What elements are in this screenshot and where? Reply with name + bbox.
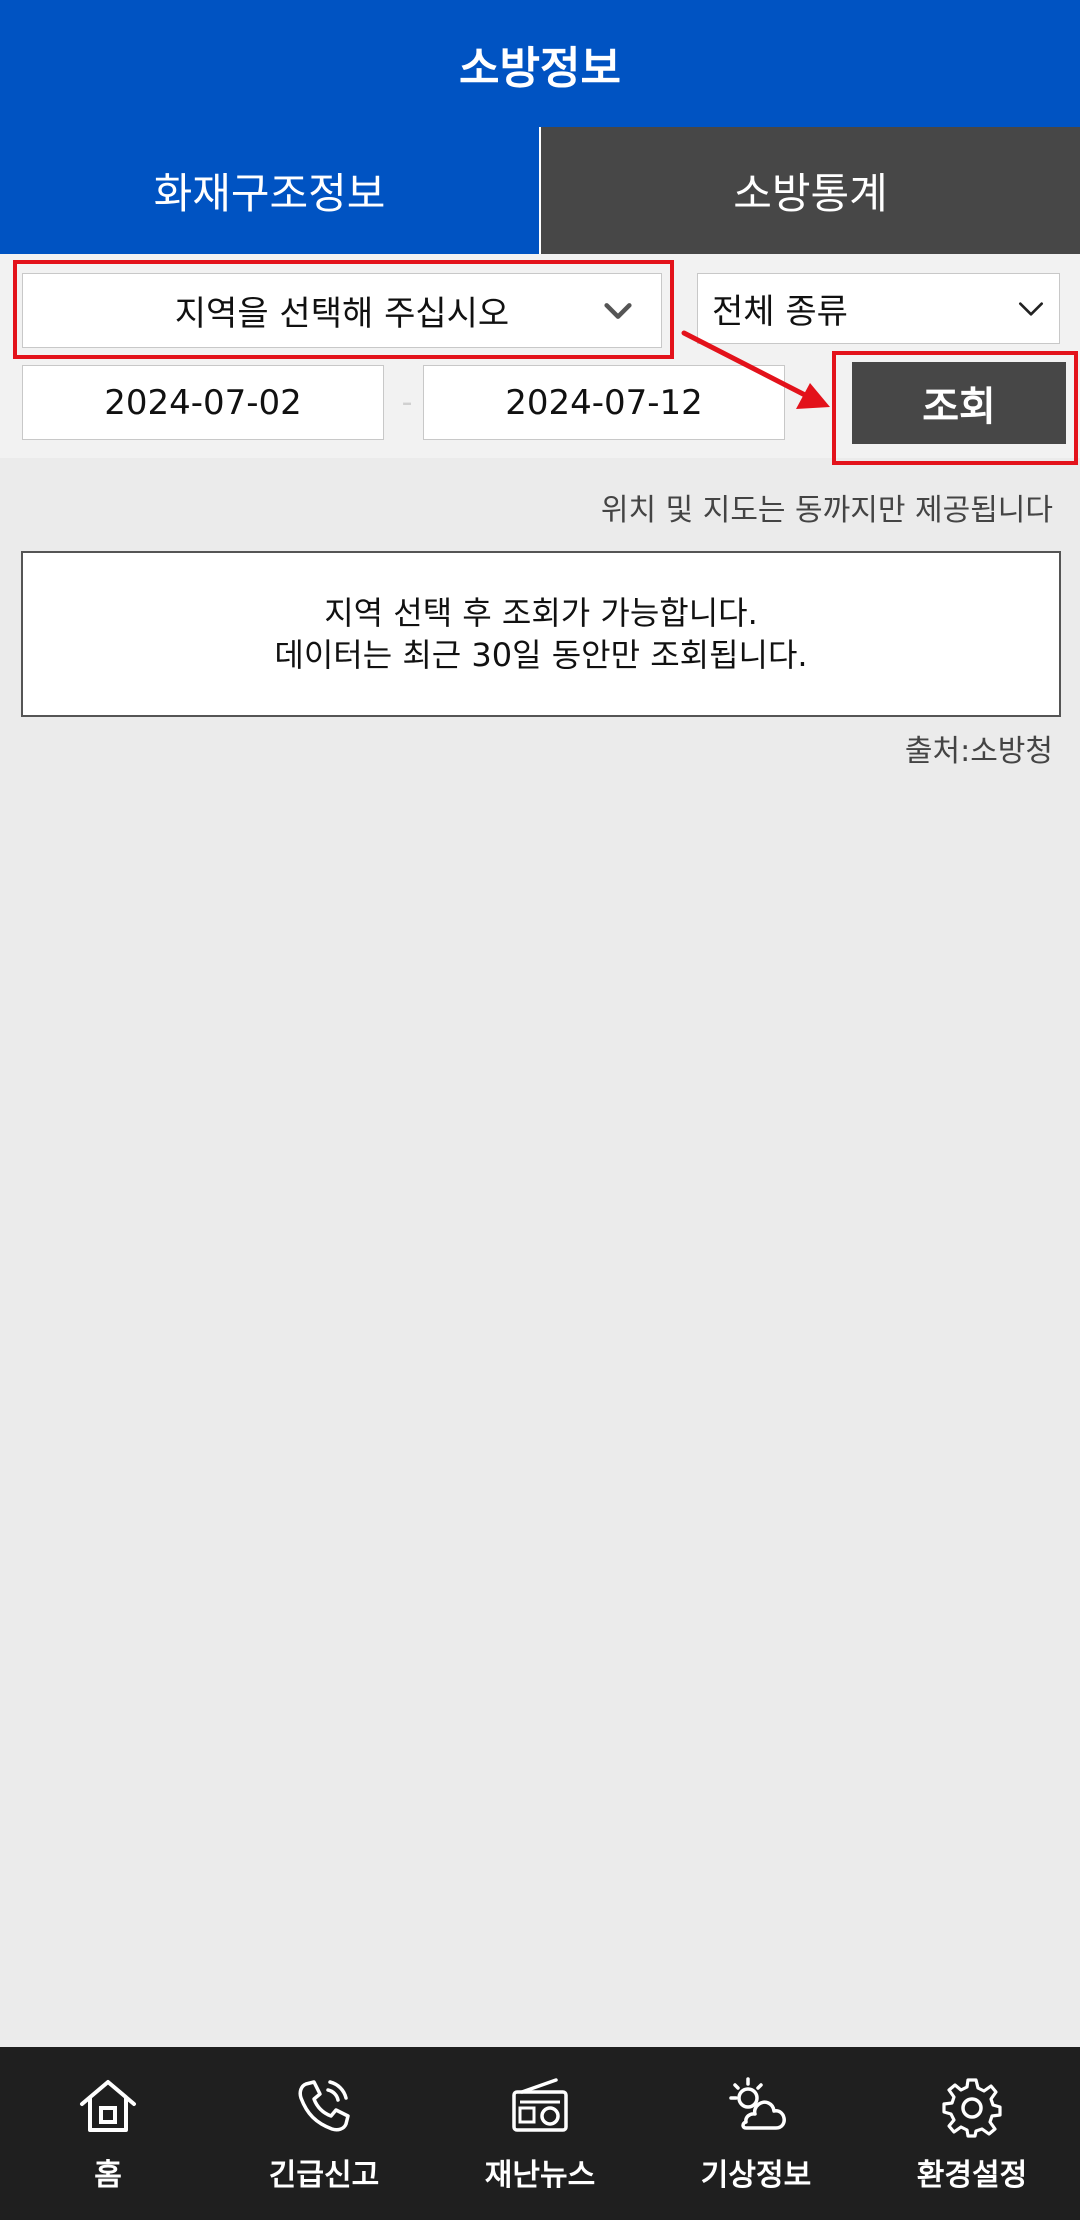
weather-icon xyxy=(729,2076,786,2130)
nav-settings[interactable]: 환경설정 xyxy=(864,2047,1080,2220)
tab-fire-statistics[interactable]: 소방통계 xyxy=(539,127,1080,254)
page-title: 소방정보 xyxy=(459,42,621,94)
date-separator: - xyxy=(401,385,413,420)
tab-label: 화재구조정보 xyxy=(153,169,386,218)
app-bar: 소방정보 xyxy=(0,0,1080,127)
start-date-input[interactable]: 2024-07-02 xyxy=(22,365,384,440)
gear-icon xyxy=(942,2077,1002,2138)
chevron-down-icon xyxy=(1019,301,1043,316)
region-select-value: 지역을 선택해 주십시오 xyxy=(174,294,510,334)
tab-bar: 화재구조정보 소방통계 xyxy=(0,127,1080,254)
phone-icon xyxy=(298,2079,350,2132)
home-icon xyxy=(80,2079,136,2132)
type-select[interactable]: 전체 종류 xyxy=(697,273,1060,344)
nav-weather-info[interactable]: 기상정보 xyxy=(648,2047,864,2220)
nav-emergency-call[interactable]: 긴급신고 xyxy=(216,2047,432,2220)
end-date-input[interactable]: 2024-07-12 xyxy=(423,365,785,440)
type-select-value: 전체 종류 xyxy=(712,292,848,332)
info-message-line1: 지역 선택 후 조회가 가능합니다. xyxy=(324,594,758,632)
nav-label: 환경설정 xyxy=(916,2157,1028,2193)
bottom-navigation: 홈 긴급신고 재난뉴스 기상정보 환경설정 xyxy=(0,2047,1080,2220)
nav-label: 홈 xyxy=(94,2157,122,2193)
region-select[interactable]: 지역을 선택해 주십시오 xyxy=(22,273,662,348)
search-button-label: 조회 xyxy=(922,384,996,430)
nav-label: 긴급신고 xyxy=(268,2157,380,2193)
chevron-down-icon xyxy=(604,302,632,319)
nav-label: 기상정보 xyxy=(700,2157,812,2193)
nav-disaster-news[interactable]: 재난뉴스 xyxy=(432,2047,648,2220)
tab-fire-rescue-info[interactable]: 화재구조정보 xyxy=(0,127,539,254)
radio-icon xyxy=(512,2077,568,2132)
info-message-line2: 데이터는 최근 30일 동안만 조회됩니다. xyxy=(274,636,808,674)
tab-label: 소방통계 xyxy=(733,169,888,218)
source-label: 출처:소방청 xyxy=(904,734,1053,769)
info-message-box: 지역 선택 후 조회가 가능합니다. 데이터는 최근 30일 동안만 조회됩니다… xyxy=(21,551,1061,717)
nav-label: 재난뉴스 xyxy=(484,2157,596,2193)
location-notice: 위치 및 지도는 동까지만 제공됩니다 xyxy=(600,493,1053,528)
start-date-value: 2024-07-02 xyxy=(104,382,302,423)
nav-home[interactable]: 홈 xyxy=(0,2047,216,2220)
end-date-value: 2024-07-12 xyxy=(505,382,703,423)
search-button[interactable]: 조회 xyxy=(852,362,1066,444)
